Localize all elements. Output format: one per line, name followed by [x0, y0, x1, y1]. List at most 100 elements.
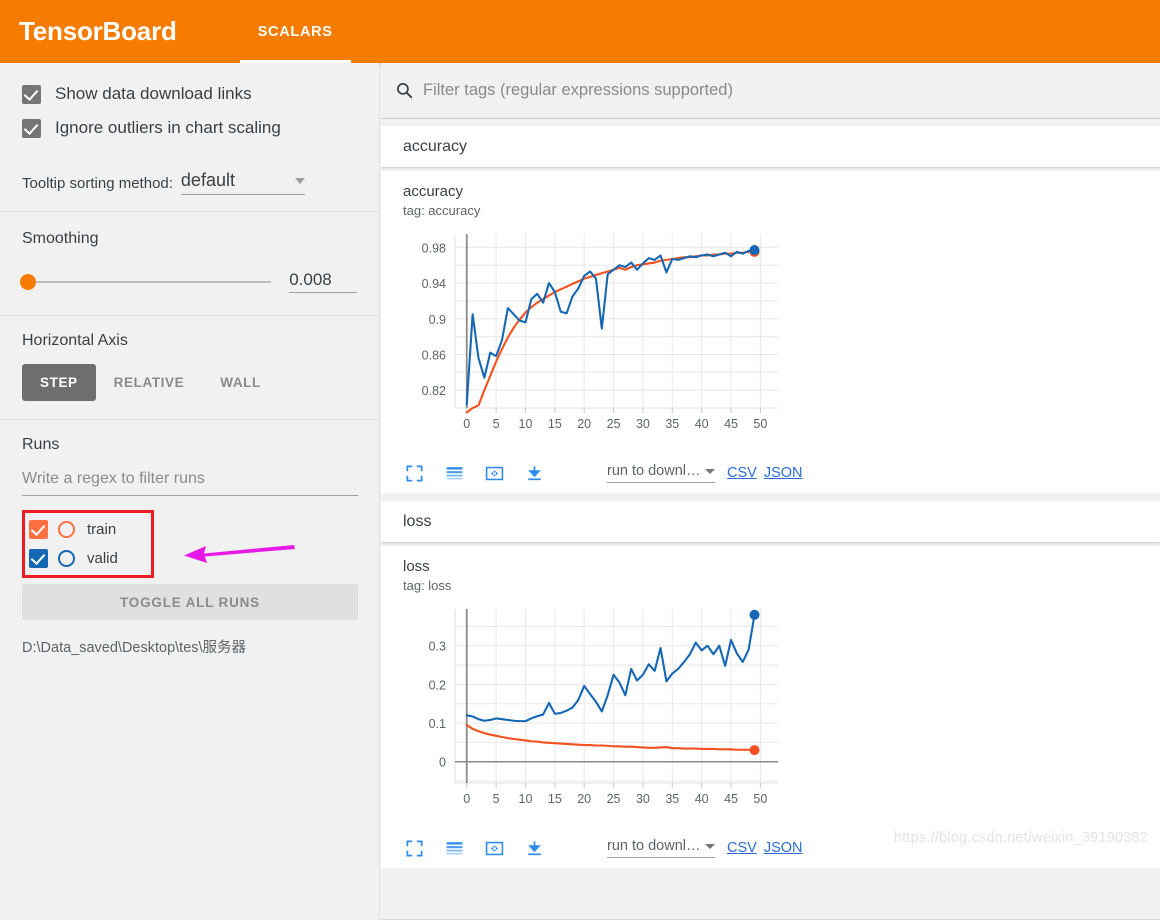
svg-text:20: 20	[577, 792, 591, 806]
download-icon[interactable]	[525, 839, 544, 858]
run-color-circle-icon	[58, 521, 75, 538]
svg-text:0.9: 0.9	[429, 313, 446, 327]
horizontal-axis-title: Horizontal Axis	[22, 332, 128, 349]
tooltip-sorting-value: default	[180, 170, 235, 190]
run-color-circle-icon	[58, 550, 75, 567]
svg-text:0.3: 0.3	[429, 640, 446, 654]
chart-tag: tag: accuracy	[403, 203, 481, 218]
toggle-all-runs-button[interactable]: TOGGLE ALL RUNS	[22, 584, 358, 620]
watermark: https://blog.csdn.net/weixin_39190382	[893, 830, 1148, 846]
smoothing-row: 0.008	[20, 270, 357, 293]
category-loss: loss	[381, 501, 1160, 542]
tab-scalars[interactable]: SCALARS	[239, 0, 351, 63]
checkbox-label: Ignore outliers in chart scaling	[55, 118, 281, 137]
svg-text:5: 5	[493, 417, 500, 431]
svg-text:0: 0	[463, 417, 470, 431]
run-to-download-select[interactable]: run to downl…	[607, 838, 715, 858]
checkbox-ignore-outliers[interactable]: Ignore outliers in chart scaling	[22, 111, 357, 145]
download-json-link[interactable]: JSON	[764, 840, 803, 856]
smoothing-title: Smoothing	[22, 230, 99, 247]
slider-thumb[interactable]	[20, 273, 37, 290]
axis-button-relative[interactable]: RELATIVE	[96, 364, 203, 401]
chart-title: loss	[403, 558, 430, 575]
svg-text:5: 5	[493, 792, 500, 806]
app-header: TensorBoard SCALARS	[0, 0, 1160, 63]
settings-section: Show data download links Ignore outliers…	[0, 63, 379, 211]
runs-highlight-box: train valid	[22, 510, 154, 578]
svg-text:35: 35	[665, 417, 679, 431]
svg-text:0.98: 0.98	[422, 241, 446, 255]
axis-button-wall[interactable]: WALL	[202, 364, 279, 401]
run-to-download-select[interactable]: run to downl…	[607, 463, 715, 483]
run-to-download-value: run to downl…	[607, 838, 701, 854]
svg-text:40: 40	[695, 792, 709, 806]
data-series-icon[interactable]	[445, 839, 464, 858]
checkbox-show-download-links[interactable]: Show data download links	[22, 77, 357, 111]
fit-domain-icon[interactable]	[485, 464, 504, 483]
smoothing-value[interactable]: 0.008	[289, 270, 357, 293]
svg-text:40: 40	[695, 417, 709, 431]
expand-icon[interactable]	[405, 464, 424, 483]
run-label: valid	[87, 550, 118, 567]
run-to-download-value: run to downl…	[607, 463, 701, 479]
chevron-down-icon	[294, 178, 305, 184]
search-placeholder: Filter tags (regular expressions support…	[423, 81, 733, 99]
download-csv-link[interactable]: CSV	[727, 465, 757, 481]
tooltip-sorting-select[interactable]: default	[180, 170, 305, 195]
svg-text:0.2: 0.2	[429, 678, 446, 692]
chart-card-accuracy: accuracy tag: accuracy 0.82 0.86 0.9 0.94 0.…	[381, 171, 1160, 493]
download-json-link[interactable]: JSON	[764, 465, 803, 481]
chart-plot-accuracy[interactable]: 0.82 0.86 0.9 0.94 0.98 0 5 10 15 20 25 30 35 40 45 50	[381, 226, 1160, 453]
svg-text:30: 30	[636, 792, 650, 806]
smoothing-slider[interactable]	[20, 273, 272, 290]
tooltip-sorting-row: Tooltip sorting method: default	[22, 155, 357, 195]
svg-text:15: 15	[548, 792, 562, 806]
run-item-train[interactable]: train	[29, 515, 147, 544]
svg-text:10: 10	[519, 792, 533, 806]
run-checkbox-checked-icon[interactable]	[29, 549, 48, 568]
svg-text:0.86: 0.86	[422, 348, 446, 362]
download-icon[interactable]	[525, 464, 544, 483]
chart-title: accuracy	[403, 183, 464, 200]
svg-text:45: 45	[724, 417, 738, 431]
svg-text:50: 50	[753, 792, 767, 806]
chart-toolbar-accuracy: run to downl… CSV JSON	[381, 453, 1160, 493]
sidebar: Show data download links Ignore outliers…	[0, 63, 380, 920]
svg-text:20: 20	[577, 417, 591, 431]
search-input[interactable]: Filter tags (regular expressions support…	[387, 81, 1152, 100]
category-header-loss[interactable]: loss	[381, 501, 1160, 542]
svg-text:45: 45	[724, 792, 738, 806]
run-item-valid[interactable]: valid	[29, 544, 147, 573]
svg-text:50: 50	[753, 417, 767, 431]
checkbox-checked-icon	[22, 118, 41, 138]
chevron-down-icon	[705, 844, 715, 849]
run-checkbox-checked-icon[interactable]	[29, 520, 48, 539]
svg-text:35: 35	[665, 792, 679, 806]
svg-text:0.94: 0.94	[422, 277, 446, 291]
svg-text:10: 10	[519, 417, 533, 431]
axis-button-step[interactable]: STEP	[22, 364, 96, 401]
tooltip-sorting-label: Tooltip sorting method:	[22, 175, 173, 192]
expand-icon[interactable]	[405, 839, 424, 858]
download-csv-link[interactable]: CSV	[727, 840, 757, 856]
svg-text:0.82: 0.82	[422, 384, 446, 398]
svg-text:15: 15	[548, 417, 562, 431]
app-logo: TensorBoard	[19, 16, 177, 46]
svg-text:25: 25	[607, 417, 621, 431]
fit-domain-icon[interactable]	[485, 839, 504, 858]
horizontal-axis-buttons: STEP RELATIVE WALL	[22, 364, 357, 401]
svg-text:30: 30	[636, 417, 650, 431]
chart-tag: tag: loss	[403, 578, 452, 593]
category-header-accuracy[interactable]: accuracy	[381, 126, 1160, 167]
run-label: train	[87, 521, 117, 538]
chevron-down-icon	[705, 469, 715, 474]
smoothing-section: Smoothing 0.008	[0, 212, 379, 315]
checkbox-checked-icon	[22, 84, 41, 104]
horizontal-axis-section: Horizontal Axis STEP RELATIVE WALL	[0, 316, 379, 419]
runs-filter-input[interactable]: Write a regex to filter runs	[22, 470, 358, 496]
checkbox-label: Show data download links	[55, 84, 252, 103]
category-accuracy: accuracy	[381, 126, 1160, 167]
chart-plot-loss[interactable]: 0 0.1 0.2 0.3 0 5 10 15 20 25 30 35 40 45 50	[381, 601, 1160, 828]
runs-title: Runs	[22, 436, 60, 453]
data-series-icon[interactable]	[445, 464, 464, 483]
